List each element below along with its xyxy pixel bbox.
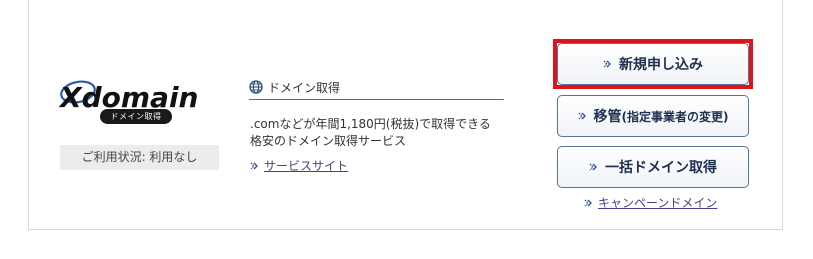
transfer-sub-label: (指定事業者の変更) [621, 110, 729, 124]
campaign-domain-link[interactable]: キャンペーンドメイン [584, 194, 717, 211]
logo-badge: ドメイン取得 [100, 109, 172, 124]
bulk-domain-button[interactable]: 一括ドメイン取得 [557, 146, 749, 188]
new-signup-label: 新規申し込み [619, 57, 703, 73]
arrow-right-icon [578, 112, 586, 120]
description-line-1: .comなどが年間1,180円(税抜)で取得できる [250, 117, 491, 131]
arrow-right-icon [603, 60, 611, 68]
arrow-right-icon [584, 199, 592, 206]
globe-icon [249, 80, 263, 94]
transfer-button[interactable]: 移管(指定事業者の変更) [557, 95, 749, 137]
transfer-main-label: 移管 [593, 109, 622, 125]
service-description: .comなどが年間1,180円(税抜)で取得できる 格安のドメイン取得サービス [250, 116, 510, 150]
new-signup-button[interactable]: 新規申し込み [557, 43, 749, 85]
bulk-domain-label: 一括ドメイン取得 [605, 160, 717, 176]
arrow-right-icon [250, 162, 258, 169]
service-site-link-label[interactable]: サービスサイト [264, 157, 348, 174]
description-line-2: 格安のドメイン取得サービス [250, 134, 407, 148]
service-title-label: ドメイン取得 [268, 80, 341, 95]
transfer-label: 移管(指定事業者の変更) [594, 106, 729, 126]
service-site-link[interactable]: サービスサイト [250, 157, 348, 174]
title-underline [249, 99, 504, 100]
service-title: ドメイン取得 [249, 77, 340, 97]
campaign-domain-link-label[interactable]: キャンペーンドメイン [598, 194, 717, 211]
usage-status: ご利用状況: 利用なし [60, 145, 219, 170]
card-right-edge [782, 0, 783, 24]
arrow-right-icon [589, 163, 597, 171]
card-left-edge [28, 0, 29, 24]
